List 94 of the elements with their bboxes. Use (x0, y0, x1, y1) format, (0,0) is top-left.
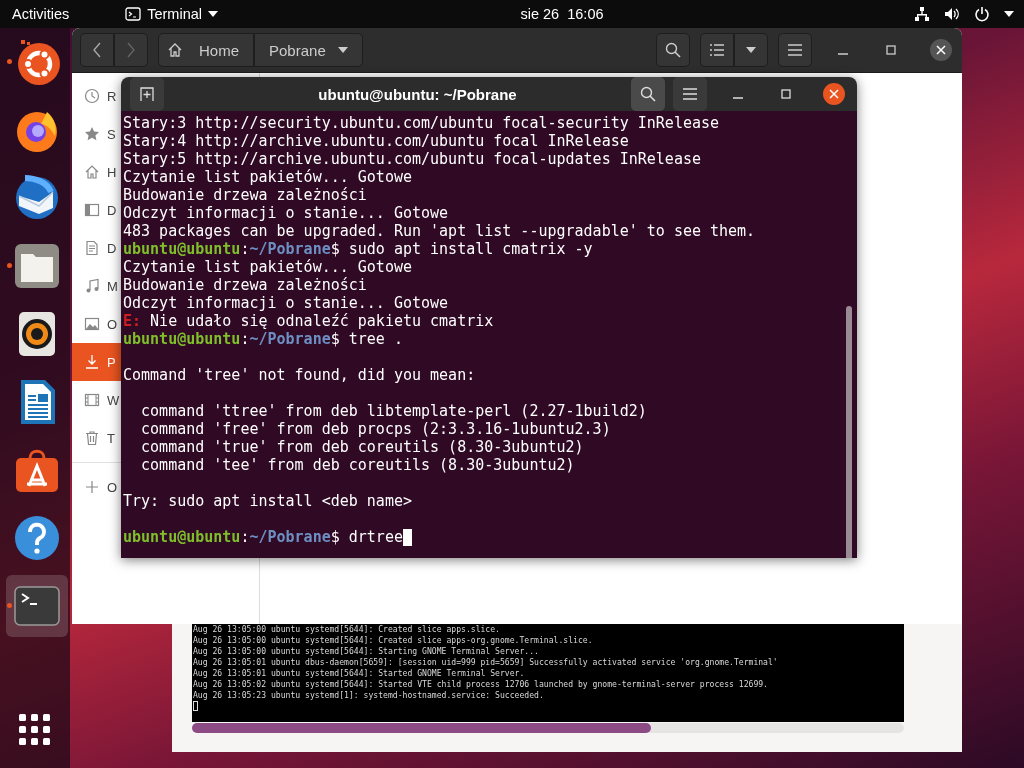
folder-icon (13, 242, 61, 290)
terminal-line: Stary:3 http://security.ubuntu.com/ubuntu focal-security InRelease (123, 114, 720, 132)
clock[interactable]: sie 26 16:06 (520, 6, 604, 22)
close-button[interactable] (823, 83, 845, 105)
terminal-line: Czytanie list pakietów... Gotowe (123, 258, 412, 276)
prompt-line: ubuntu@ubuntu:~/Pobrane$ sudo apt install cmatrix -y (123, 240, 593, 258)
terminal-line: Odczyt informacji o stanie... Gotowe (123, 294, 449, 312)
sidebar-item[interactable]: H (72, 153, 121, 191)
document-icon (84, 240, 100, 256)
power-icon[interactable] (974, 6, 990, 22)
bird-envelope-icon (13, 174, 61, 222)
path-button[interactable]: Home (158, 33, 254, 67)
question-mark-icon (13, 514, 61, 562)
picture-icon (84, 316, 100, 332)
prompt-line: ubuntu@ubuntu:~/Pobrane$ drtree (123, 528, 403, 546)
sidebar-item[interactable]: S (72, 115, 121, 153)
activities-button[interactable]: Activities (0, 6, 82, 22)
window-title: ubuntu@ubuntu: ~/Pobrane (317, 85, 518, 103)
path-button[interactable]: Pobrane (254, 33, 363, 67)
menu-button[interactable] (673, 77, 707, 111)
log-line: Aug 26 13:05:01 ubuntu systemd[5644]: Started GNOME Terminal Server. (193, 668, 525, 679)
desktop-icon (84, 202, 100, 218)
log-line: Aug 26 13:05:00 ubuntu systemd[5644]: Created slice apps.slice. (193, 624, 500, 635)
terminal-line: Odczyt informacji o stanie... Gotowe (123, 204, 449, 222)
close-icon (936, 45, 946, 55)
error-line: E: Nie udało się odnaleźć pakietu cmatrix (123, 312, 494, 330)
minimize-icon (733, 97, 743, 99)
sidebar-item[interactable]: R (72, 77, 121, 115)
download-icon (84, 354, 100, 370)
plus-icon (84, 479, 100, 495)
sidebar-item[interactable]: D (72, 229, 121, 267)
scrollbar[interactable] (846, 306, 852, 558)
caret-icon (208, 11, 218, 17)
sidebar-item[interactable]: W (72, 381, 121, 419)
sidebar-item[interactable]: O (72, 468, 121, 506)
log-line: Aug 26 13:05:00 ubuntu systemd[5644]: Starting GNOME Terminal Server... (193, 646, 539, 657)
sidebar-item[interactable]: D (72, 191, 121, 229)
volume-icon[interactable] (944, 6, 960, 22)
prompt-line: ubuntu@ubuntu:~/Pobrane$ tree . (123, 330, 403, 348)
minimize-icon (838, 53, 848, 55)
sidebar-item[interactable]: T (72, 419, 121, 457)
menu-button[interactable] (778, 33, 812, 67)
menu-icon (683, 88, 697, 100)
film-icon (84, 392, 100, 408)
view-button[interactable] (700, 33, 734, 67)
maximize-icon (886, 45, 896, 55)
search-button[interactable] (656, 33, 690, 67)
app-grid-icon (19, 714, 51, 746)
list-icon (709, 43, 725, 57)
home-icon (84, 164, 100, 180)
terminal-line: Stary:5 http://archive.ubuntu.com/ubuntu focal-updates InRelease (123, 150, 701, 168)
menu-icon (788, 44, 802, 56)
app-menu[interactable]: Terminal (125, 6, 218, 22)
scrollbar[interactable] (192, 723, 904, 733)
home-icon (167, 42, 183, 58)
sidebar-item[interactable]: M (72, 267, 121, 305)
caret-icon (746, 47, 756, 53)
search-icon (665, 42, 681, 58)
log-line: Aug 26 13:05:01 ubuntu dbus-daemon[5659]: [session uid=999 pid=5659] Successfully activated service 'org.gnome.Terminal' (193, 657, 778, 668)
terminal-line: command 'ttree' from deb libtemplate-perl (2.27-1build2) (140, 402, 647, 420)
close-icon (829, 89, 839, 99)
terminal-line: command 'free' from deb procps (2:3.3.16-1ubuntu2.3) (140, 420, 611, 438)
terminal-icon (125, 7, 142, 21)
chevron-right-icon (126, 42, 136, 58)
search-button[interactable] (631, 77, 665, 111)
terminal-line: Budowanie drzewa zależności (123, 186, 367, 204)
terminal-line: Czytanie list pakietów... Gotowe (123, 168, 412, 186)
close-button[interactable] (930, 39, 952, 61)
terminal-line: Command 'tree' not found, did you mean: (123, 366, 476, 384)
back-button[interactable] (80, 33, 114, 67)
terminal-line: Try: sudo apt install <deb name> (123, 492, 412, 510)
log-line: Aug 26 13:05:23 ubuntu systemd[1]: systemd-hostnamed.service: Succeeded. (193, 690, 544, 701)
caret-icon (337, 47, 348, 53)
terminal-line: Stary:4 http://archive.ubuntu.com/ubuntu focal InRelease (123, 132, 629, 150)
view-options-button[interactable] (734, 33, 768, 67)
music-note-icon (84, 278, 100, 294)
sidebar-item[interactable]: P (72, 343, 121, 381)
log-line: Aug 26 13:05:02 ubuntu systemd[5644]: Started VTE child process 12706 launched by gnome-terminal-server process 12699. (193, 679, 768, 690)
maximize-icon (781, 89, 791, 99)
trash-icon (84, 430, 100, 446)
terminal-line: 483 packages can be upgraded. Run 'apt list --upgradable' to see them. (123, 222, 756, 240)
new-tab-button[interactable] (130, 77, 164, 111)
caret-icon[interactable] (1004, 11, 1014, 17)
clock-icon (84, 88, 100, 104)
chevron-left-icon (92, 42, 102, 58)
terminal-line: command 'true' from deb coreutils (8.30-3ubuntu2) (140, 438, 584, 456)
log-line: Aug 26 13:05:00 ubuntu systemd[5644]: Created slice apps-org.gnome.Terminal.slice. (193, 635, 593, 646)
network-icon[interactable] (914, 6, 930, 22)
star-icon (84, 126, 100, 142)
search-icon (640, 86, 656, 102)
terminal-line: Budowanie drzewa zależności (123, 276, 367, 294)
sidebar-item[interactable]: O (72, 305, 121, 343)
terminal-line: command 'tee' from deb coreutils (8.30-3ubuntu2) (140, 456, 575, 474)
new-tab-icon (139, 86, 155, 102)
